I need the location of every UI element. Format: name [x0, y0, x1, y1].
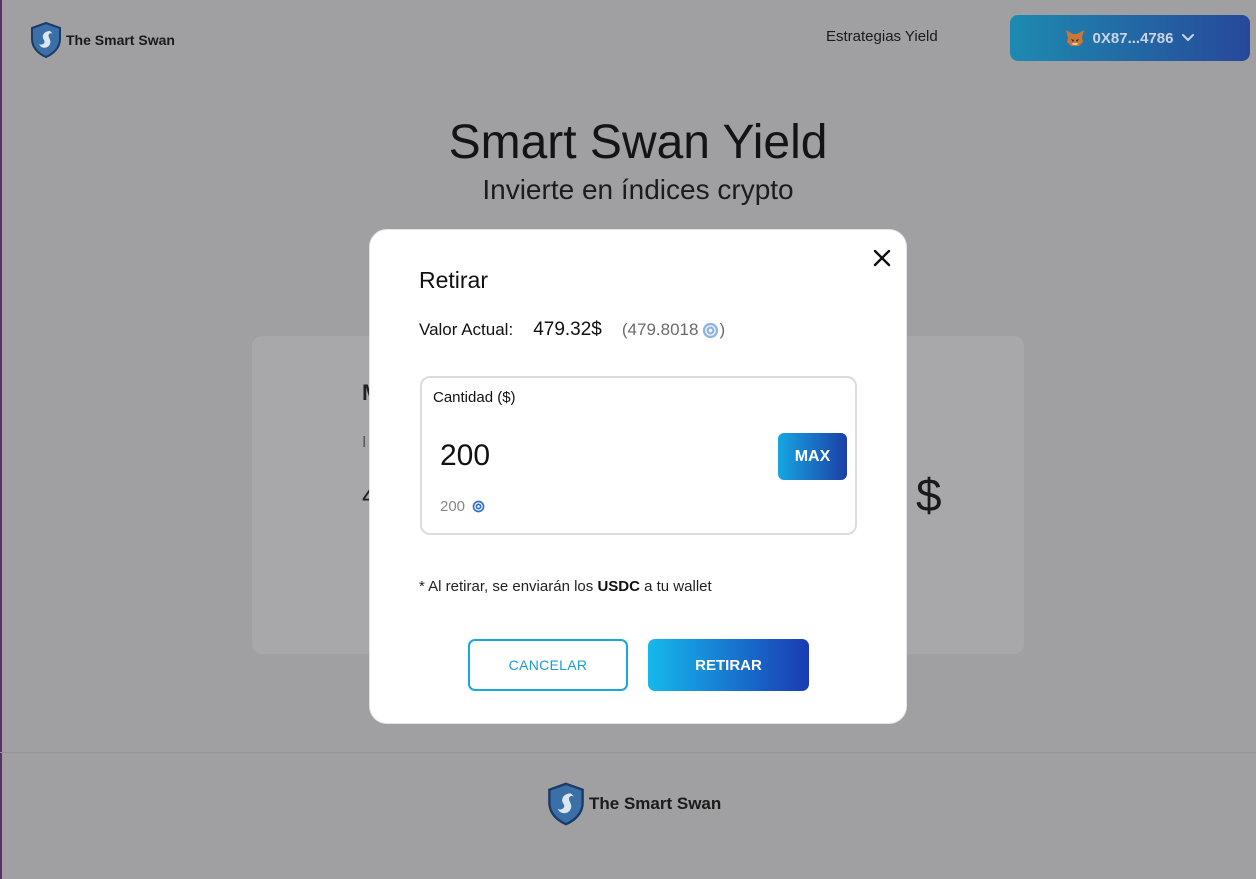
cancel-button[interactable]: CANCELAR	[468, 639, 628, 691]
current-value-close-paren: )	[719, 320, 726, 339]
footer-logo[interactable]: The Smart Swan	[547, 782, 721, 826]
withdraw-button[interactable]: RETIRAR	[648, 639, 809, 691]
brand-logo[interactable]: The Smart Swan	[30, 22, 175, 58]
amount-token-equivalent: 200	[440, 498, 485, 515]
current-value-label: Valor Actual:	[419, 320, 514, 339]
amount-token-value: 200	[440, 498, 466, 515]
withdraw-modal: Retirar Valor Actual: 479.32$ ( 479.8018…	[369, 229, 907, 724]
footer-divider	[0, 752, 1256, 753]
note-prefix: * Al retirar, se enviarán los	[419, 578, 594, 595]
amount-input[interactable]	[440, 436, 760, 476]
amount-field-box: Cantidad ($) MAX 200	[420, 376, 857, 535]
swan-shield-icon	[548, 782, 584, 826]
current-value-row: Valor Actual: 479.32$ ( 479.8018 )	[419, 319, 725, 341]
header: The Smart Swan Estrategias Yield 0X87...…	[0, 0, 1256, 80]
nav-strategies-link[interactable]: Estrategias Yield	[826, 28, 938, 45]
footer-brand-name: The Smart Swan	[589, 794, 722, 813]
withdraw-note: * Al retirar, se enviarán los USDC a tu …	[419, 578, 712, 595]
usdc-icon	[703, 322, 719, 338]
current-value-usd: 479.32$	[533, 319, 602, 340]
current-value-token-amount: 479.8018	[627, 320, 699, 339]
swan-shield-icon	[31, 22, 61, 58]
wallet-button[interactable]: 0X87...4786	[1010, 15, 1250, 61]
max-button[interactable]: MAX	[778, 433, 847, 480]
close-icon[interactable]	[870, 246, 894, 270]
current-value-token: ( 479.8018 )	[622, 320, 725, 340]
amount-label: Cantidad ($)	[433, 389, 516, 406]
brand-name: The Smart Swan	[66, 32, 175, 48]
card-text-fragment: I	[362, 434, 367, 451]
metamask-fox-icon	[1065, 30, 1084, 46]
page-title: Smart Swan Yield	[448, 116, 828, 169]
card-currency-symbol: $	[916, 469, 942, 521]
note-token: USDC	[597, 578, 640, 595]
wallet-address: 0X87...4786	[1092, 29, 1174, 47]
note-suffix: a tu wallet	[644, 578, 712, 595]
modal-title: Retirar	[419, 267, 489, 293]
usdc-icon	[472, 500, 485, 513]
page-subtitle: Invierte en índices crypto	[482, 174, 794, 205]
chevron-down-icon	[1182, 34, 1195, 42]
